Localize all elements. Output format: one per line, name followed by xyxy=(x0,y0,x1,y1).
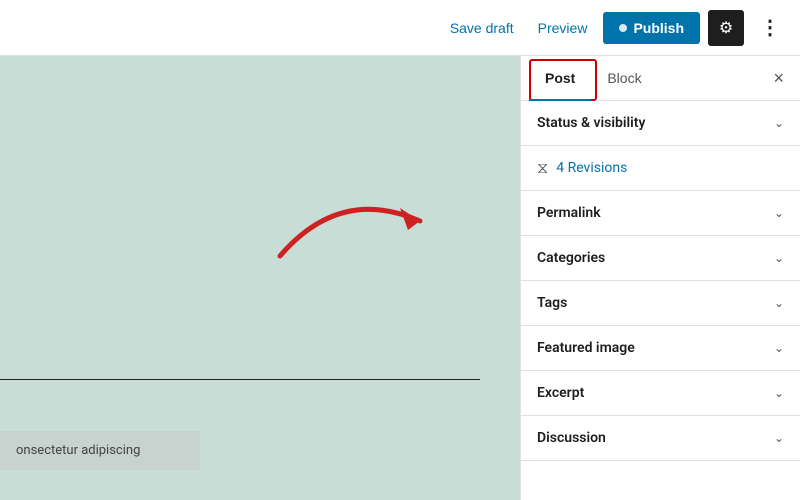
section-tags-header[interactable]: Tags ⌄ xyxy=(521,281,800,325)
chevron-down-icon: ⌄ xyxy=(774,251,784,265)
settings-button[interactable]: ⚙ xyxy=(708,10,744,46)
toolbar: Save draft Preview Publish ⚙ ⋮ xyxy=(0,0,800,56)
content-text: onsectetur adipiscing xyxy=(0,431,200,470)
revisions-link[interactable]: 4 Revisions xyxy=(556,160,627,176)
section-excerpt-header[interactable]: Excerpt ⌄ xyxy=(521,371,800,415)
tab-post[interactable]: Post xyxy=(529,56,591,100)
publish-label: Publish xyxy=(633,20,684,36)
revisions-row: ⧖ 4 Revisions xyxy=(521,146,800,191)
content-divider xyxy=(0,379,480,380)
section-status-visibility-title: Status & visibility xyxy=(537,115,645,131)
section-excerpt-title: Excerpt xyxy=(537,385,584,401)
publish-button[interactable]: Publish xyxy=(603,12,700,44)
ellipsis-icon: ⋮ xyxy=(760,15,780,40)
sidebar-close-button[interactable]: × xyxy=(765,60,792,97)
gear-icon: ⚙ xyxy=(719,18,733,38)
publish-dot-icon xyxy=(619,24,627,32)
section-permalink-header[interactable]: Permalink ⌄ xyxy=(521,191,800,235)
section-categories: Categories ⌄ xyxy=(521,236,800,281)
clock-icon: ⧖ xyxy=(537,158,548,178)
content-inner: onsectetur adipiscing xyxy=(0,56,520,500)
section-permalink-title: Permalink xyxy=(537,205,601,221)
section-categories-title: Categories xyxy=(537,250,605,266)
section-permalink: Permalink ⌄ xyxy=(521,191,800,236)
section-tags-title: Tags xyxy=(537,295,567,311)
chevron-down-icon: ⌄ xyxy=(774,341,784,355)
section-discussion-header[interactable]: Discussion ⌄ xyxy=(521,416,800,460)
tab-block[interactable]: Block xyxy=(591,56,657,100)
save-draft-button[interactable]: Save draft xyxy=(442,14,522,42)
section-tags: Tags ⌄ xyxy=(521,281,800,326)
chevron-down-icon: ⌄ xyxy=(774,386,784,400)
section-discussion-title: Discussion xyxy=(537,430,606,446)
sidebar: Post Block × Status & visibility ⌄ ⧖ 4 R… xyxy=(520,56,800,500)
section-discussion: Discussion ⌄ xyxy=(521,416,800,461)
chevron-down-icon: ⌄ xyxy=(774,296,784,310)
sidebar-tabs: Post Block × xyxy=(521,56,800,101)
chevron-down-icon: ⌄ xyxy=(774,431,784,445)
chevron-down-icon: ⌄ xyxy=(774,116,784,130)
content-area: onsectetur adipiscing xyxy=(0,56,520,500)
preview-button[interactable]: Preview xyxy=(530,14,596,42)
section-categories-header[interactable]: Categories ⌄ xyxy=(521,236,800,280)
arrow-annotation xyxy=(260,166,460,286)
main-layout: onsectetur adipiscing Post Block × Statu… xyxy=(0,56,800,500)
section-excerpt: Excerpt ⌄ xyxy=(521,371,800,416)
chevron-down-icon: ⌄ xyxy=(774,206,784,220)
section-status-visibility-header[interactable]: Status & visibility ⌄ xyxy=(521,101,800,145)
more-options-button[interactable]: ⋮ xyxy=(752,10,788,46)
section-featured-image: Featured image ⌄ xyxy=(521,326,800,371)
section-status-visibility: Status & visibility ⌄ xyxy=(521,101,800,146)
section-featured-image-title: Featured image xyxy=(537,340,635,356)
section-featured-image-header[interactable]: Featured image ⌄ xyxy=(521,326,800,370)
